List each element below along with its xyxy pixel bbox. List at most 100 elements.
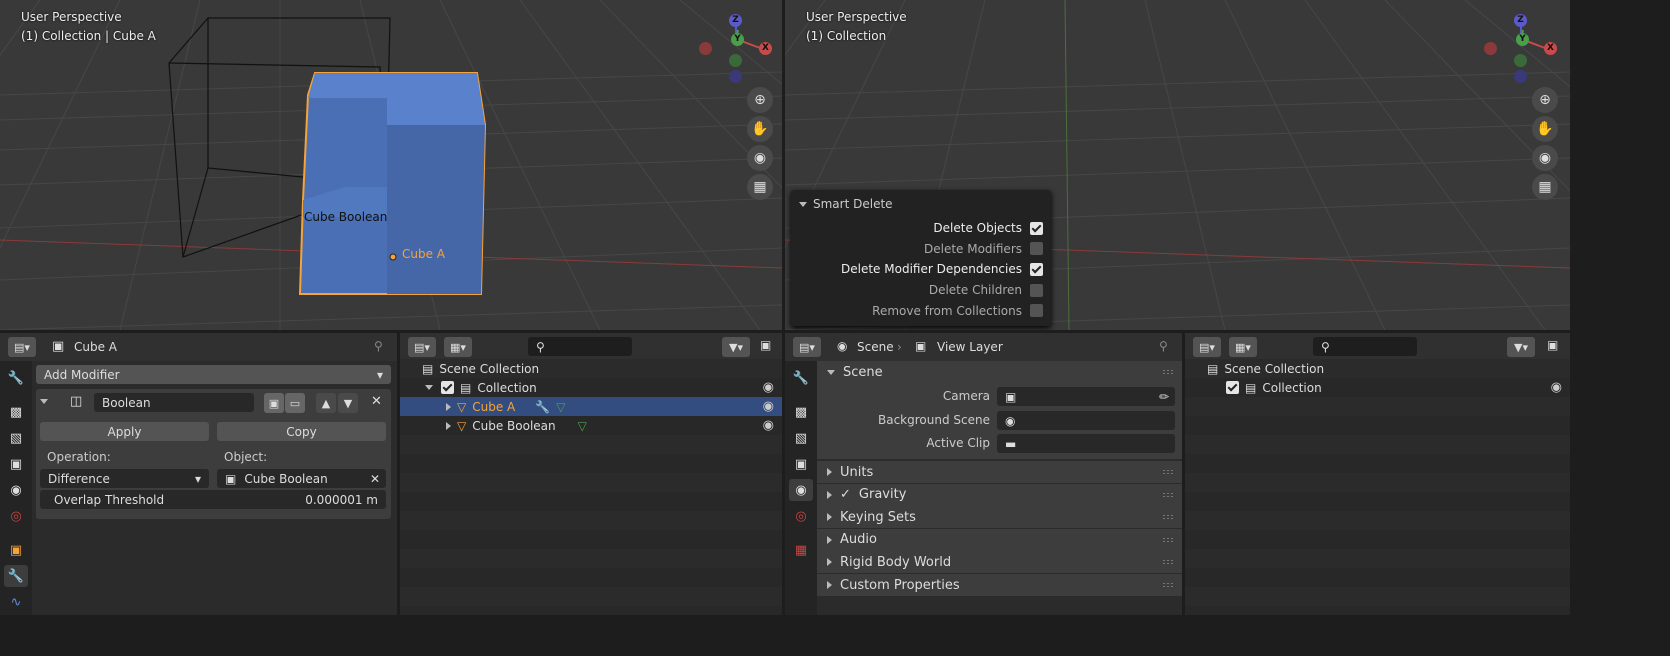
gizmo-neg-y[interactable]	[1514, 54, 1527, 67]
ortho-grid-icon[interactable]: ▦	[1532, 174, 1558, 200]
object-picker-field[interactable]: ▣ Cube Boolean ✕	[217, 469, 386, 488]
outliner-row-cube-boolean[interactable]: ▽ Cube Boolean ▽ ◉	[400, 416, 782, 435]
texture-tab-icon[interactable]: ▦	[789, 539, 813, 561]
zoom-icon[interactable]: ⊕	[747, 87, 773, 113]
outliner-row-scene-collection[interactable]: ▤ Scene Collection	[400, 359, 782, 378]
smart-delete-option[interactable]: Delete Children	[791, 280, 1043, 300]
apply-button[interactable]: Apply	[40, 422, 209, 441]
drag-grip-icon[interactable]	[1162, 491, 1174, 498]
drag-grip-icon[interactable]	[1162, 536, 1174, 543]
operation-dropdown[interactable]: Difference ▾	[40, 469, 209, 488]
gizmo-y-axis[interactable]: Y	[1516, 33, 1529, 46]
editor-type-icon[interactable]: ▤▾	[793, 337, 821, 357]
active-clip-field[interactable]: ▬	[997, 434, 1175, 453]
move-down-icon[interactable]: ▼	[338, 393, 358, 413]
ortho-grid-icon[interactable]: ▦	[747, 174, 773, 200]
scene-section-header[interactable]: Scene	[817, 361, 1182, 383]
filter-icon[interactable]: ▼▾	[1507, 337, 1535, 357]
scene-subsection-header[interactable]: Custom Properties	[817, 574, 1182, 596]
editor-type-icon[interactable]: ▤▾	[408, 337, 436, 357]
drag-grip-icon[interactable]	[1162, 559, 1174, 566]
smart-delete-option[interactable]: Delete Modifier Dependencies	[791, 259, 1043, 279]
object-tab-icon[interactable]: ▣	[4, 539, 28, 561]
background-scene-field[interactable]: ◉	[997, 411, 1175, 430]
view-layer-tab-icon[interactable]: ▣	[4, 453, 28, 475]
world-tab-icon[interactable]: ◎	[789, 505, 813, 527]
gizmo-y-axis[interactable]: Y	[731, 33, 744, 46]
pin-icon[interactable]: ⚲	[1159, 339, 1168, 353]
expand-triangle-icon[interactable]	[446, 402, 451, 411]
gizmo-neg-z[interactable]	[729, 70, 742, 83]
collapse-triangle-icon[interactable]	[40, 399, 48, 404]
filter-icon[interactable]: ▼▾	[722, 337, 750, 357]
collection-checkbox[interactable]	[1226, 381, 1239, 394]
drag-grip-icon[interactable]	[1162, 469, 1174, 475]
scene-tab-icon[interactable]: ◉	[789, 479, 813, 501]
visibility-eye-icon[interactable]: ◉	[1551, 380, 1562, 395]
smart-delete-checkbox[interactable]	[1030, 262, 1043, 276]
outliner-row-cube-a[interactable]: ▽ Cube A 🔧 ▽ ◉	[400, 397, 782, 416]
smart-delete-option[interactable]: Delete Objects	[791, 218, 1043, 238]
remove-modifier-close-icon[interactable]: ✕	[371, 394, 382, 409]
smart-delete-option[interactable]: Delete Modifiers	[791, 239, 1043, 259]
scene-subsection-header[interactable]: Keying Sets	[817, 506, 1182, 529]
navigation-gizmo[interactable]: Z Y X	[696, 12, 776, 84]
search-input[interactable]: ⚲	[528, 337, 632, 356]
drag-grip-icon[interactable]	[1162, 369, 1174, 375]
visibility-eye-icon[interactable]: ◉	[763, 418, 774, 433]
modifier-name-field[interactable]: Boolean	[94, 393, 254, 412]
scene-subsection-header[interactable]: Rigid Body World	[817, 551, 1182, 574]
smart-delete-option[interactable]: Remove from Collections	[791, 301, 1043, 321]
visibility-eye-icon[interactable]: ◉	[763, 399, 774, 414]
camera-view-icon[interactable]: ◉	[747, 145, 773, 171]
new-collection-icon[interactable]: ▣	[1547, 338, 1558, 352]
expand-triangle-icon[interactable]	[446, 421, 451, 430]
camera-view-icon[interactable]: ◉	[1532, 145, 1558, 171]
scene-subsection-header[interactable]: Audio	[817, 528, 1182, 551]
render-camera-icon[interactable]: ▣	[264, 393, 284, 413]
gizmo-z-axis[interactable]: Z	[729, 14, 742, 27]
tool-tab-icon[interactable]: 🔧	[789, 367, 813, 389]
smart-delete-header[interactable]: Smart Delete	[791, 194, 893, 214]
navigation-gizmo[interactable]: Z Y X	[1481, 12, 1561, 84]
gizmo-neg-x[interactable]	[1484, 42, 1497, 55]
drag-grip-icon[interactable]	[1162, 582, 1174, 588]
search-input[interactable]: ⚲	[1313, 337, 1417, 356]
scene-subsection-header[interactable]: Units	[817, 461, 1182, 483]
gravity-check-icon[interactable]: ✓	[840, 487, 851, 502]
smart-delete-checkbox[interactable]	[1030, 304, 1043, 318]
new-collection-icon[interactable]: ▣	[760, 338, 771, 352]
smart-delete-checkbox[interactable]	[1030, 242, 1043, 256]
visibility-eye-icon[interactable]: ◉	[763, 380, 774, 395]
render-tab-icon[interactable]: ▩	[4, 401, 28, 423]
move-up-icon[interactable]: ▲	[316, 393, 336, 413]
editor-type-icon[interactable]: ▤▾	[1193, 337, 1221, 357]
copy-button[interactable]: Copy	[217, 422, 386, 441]
eyedropper-icon[interactable]: ✏	[1159, 390, 1169, 404]
gizmo-neg-z[interactable]	[1514, 70, 1527, 83]
gizmo-x-axis[interactable]: X	[1544, 42, 1557, 55]
pan-hand-icon[interactable]: ✋	[747, 116, 773, 142]
world-tab-icon[interactable]: ◎	[4, 505, 28, 527]
tool-tab-icon[interactable]: 🔧	[4, 367, 28, 389]
drag-grip-icon[interactable]	[1162, 514, 1174, 521]
modifier-wrench-tab-icon[interactable]: 🔧	[4, 565, 28, 587]
viewport-left[interactable]: User Perspective (1) Collection | Cube A…	[0, 0, 782, 330]
pin-icon[interactable]: ⚲	[374, 339, 383, 353]
gizmo-x-axis[interactable]: X	[759, 42, 772, 55]
editor-type-icon[interactable]: ▤▾	[8, 337, 36, 357]
outliner-row-scene-collection[interactable]: ▤ Scene Collection	[1185, 359, 1570, 378]
overlap-threshold-field[interactable]: Overlap Threshold 0.000001 m	[40, 490, 386, 509]
zoom-icon[interactable]: ⊕	[1532, 87, 1558, 113]
view-layer-tab-icon[interactable]: ▣	[789, 453, 813, 475]
camera-field[interactable]: ▣ ✏	[997, 387, 1175, 406]
add-modifier-dropdown[interactable]: Add Modifier ▾	[36, 365, 391, 384]
viewport-display-icon[interactable]: ▭	[285, 393, 305, 413]
display-mode-icon[interactable]: ▦▾	[1229, 337, 1257, 357]
pan-hand-icon[interactable]: ✋	[1532, 116, 1558, 142]
expand-triangle-icon[interactable]	[425, 385, 433, 390]
outliner-row-collection[interactable]: ▤ Collection ◉	[400, 378, 782, 397]
collection-checkbox[interactable]	[441, 381, 454, 394]
viewport-right[interactable]: User Perspective (1) Collection Z Y X ⊕ …	[785, 0, 1570, 330]
outliner-row-collection[interactable]: ▤ Collection ◉	[1185, 378, 1570, 397]
